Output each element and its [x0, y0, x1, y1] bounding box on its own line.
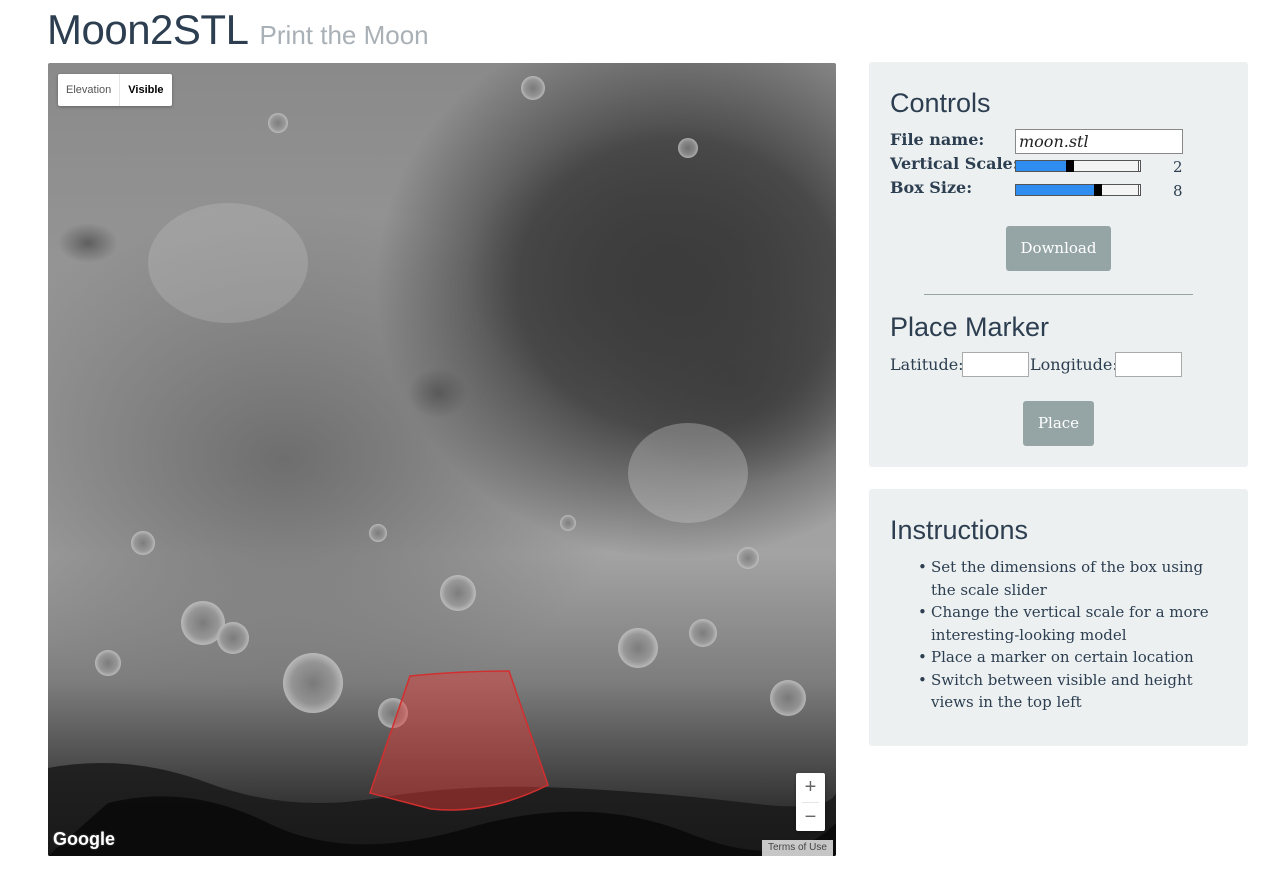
vertical-scale-thumb[interactable]	[1066, 160, 1074, 172]
section-divider	[924, 294, 1193, 295]
box-size-fill	[1016, 185, 1094, 195]
download-button[interactable]: Download	[1006, 226, 1111, 271]
map-type-visible[interactable]: Visible	[119, 74, 171, 106]
zoom-control[interactable]: + −	[796, 773, 825, 831]
zoom-out-button[interactable]: −	[796, 803, 825, 832]
place-button[interactable]: Place	[1023, 401, 1094, 446]
app-title: Moon2STL	[47, 6, 249, 53]
terms-link[interactable]: Terms of Use	[762, 840, 833, 856]
list-item: Switch between visible and height views …	[918, 669, 1231, 714]
instructions-panel: Instructions Set the dimensions of the b…	[869, 489, 1248, 746]
vertical-scale-label: Vertical Scale:	[890, 154, 1019, 173]
map-type-control[interactable]: Elevation Visible	[58, 74, 172, 106]
box-size-thumb[interactable]	[1094, 184, 1102, 196]
controls-heading: Controls	[890, 88, 991, 118]
list-item: Set the dimensions of the box using the …	[918, 556, 1231, 601]
vertical-scale-fill	[1016, 161, 1066, 171]
box-size-slider[interactable]	[1015, 184, 1141, 196]
app-subtitle: Print the Moon	[259, 20, 429, 50]
longitude-label: Longitude:	[1030, 355, 1118, 374]
file-name-label: File name:	[890, 130, 985, 149]
box-size-label: Box Size:	[890, 178, 973, 197]
list-item: Change the vertical scale for a more int…	[918, 601, 1231, 646]
vertical-scale-endcap	[1138, 160, 1141, 172]
moon-map[interactable]: Elevation Visible + − Google Terms of Us…	[48, 63, 836, 856]
map-type-elevation[interactable]: Elevation	[58, 74, 119, 106]
longitude-input[interactable]	[1115, 352, 1182, 377]
moon-terrain-image	[48, 76, 836, 856]
google-logo: Google	[53, 829, 115, 849]
instructions-heading: Instructions	[890, 515, 1029, 545]
list-item: Place a marker on certain location	[918, 646, 1231, 669]
controls-panel: Controls File name: Vertical Scale: 2 Bo…	[869, 62, 1248, 467]
instructions-list: Set the dimensions of the box using the …	[918, 556, 1231, 714]
latitude-input[interactable]	[962, 352, 1029, 377]
page-title: Moon2STL Print the Moon	[47, 6, 429, 56]
latitude-label: Latitude:	[890, 355, 964, 374]
box-size-endcap	[1138, 184, 1141, 196]
zoom-in-button[interactable]: +	[796, 773, 825, 802]
place-marker-heading: Place Marker	[890, 312, 1050, 342]
vertical-scale-value: 2	[1173, 158, 1183, 176]
vertical-scale-slider[interactable]	[1015, 160, 1141, 172]
selection-box[interactable]	[369, 670, 549, 811]
box-size-value: 8	[1173, 182, 1183, 200]
file-name-input[interactable]	[1015, 129, 1183, 154]
